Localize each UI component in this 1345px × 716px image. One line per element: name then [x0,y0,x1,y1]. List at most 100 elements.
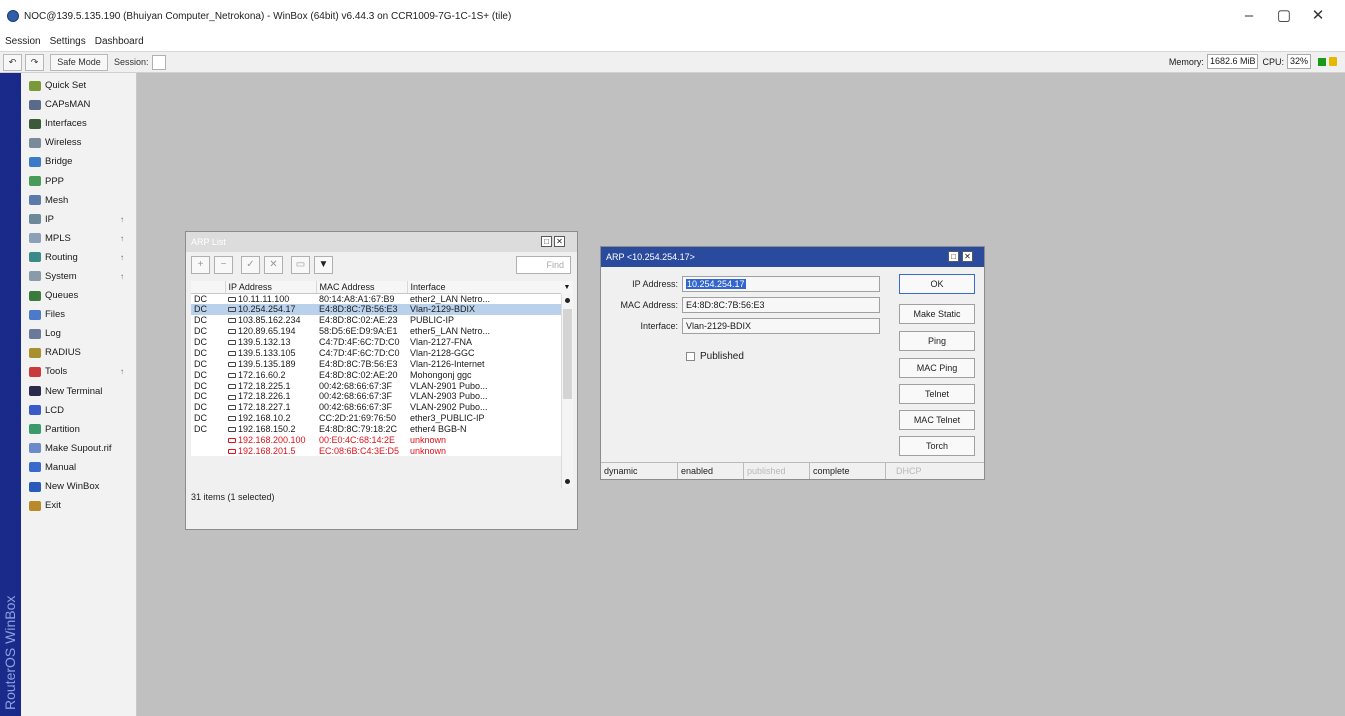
table-row[interactable]: DC 139.5.133.105 C4:7D:4F:6C:7D:C0 Vlan-212… [191,347,561,358]
sidebar-item-make-supout-rif[interactable]: Make Supout.rif [21,439,136,458]
menu-settings[interactable]: Settings [50,36,86,47]
sidebar-item-files[interactable]: Files [21,305,136,324]
table-row[interactable]: 192.168.201.5 EC:08:6B:C4:3E:D5 unknown [191,445,561,456]
ip-cell: 172.18.226.1 [225,391,316,402]
sidebar-item-partition[interactable]: Partition [21,420,136,439]
scrollbar-thumb[interactable] [563,309,572,399]
interface-cell: ether5_LAN Netro... [410,326,491,337]
table-row[interactable]: DC 103.85.162.234 E4:8D:8C:02:AE:23 PUBLIC-… [191,315,561,326]
sidebar-item-quick-set[interactable]: Quick Set [21,76,136,95]
sidebar-item-system[interactable]: System ↑ [21,267,136,286]
make-static-button[interactable]: Make Static [899,304,975,324]
column-menu-icon[interactable]: ▼ [561,281,573,294]
table-row[interactable]: DC 139.5.132.13 C4:7D:4F:6C:7D:C0 Vlan-2127… [191,337,561,348]
ip-icon [29,214,41,225]
col-mac-address[interactable]: MAC Address [316,281,408,294]
col-ip-address[interactable]: IP Address [225,281,317,294]
arp-list-scrollbar[interactable] [561,281,573,488]
mesh-icon [29,195,41,206]
filter-icon[interactable]: ▼ [314,256,333,274]
remove-icon[interactable]: − [214,256,233,274]
toolbar: ↶ ↷ Safe Mode Session: Memory: 1682.6 Mi… [0,51,1345,73]
ip-cell: 10.254.254.17 [225,303,316,315]
sidebar-item-exit[interactable]: Exit [21,496,136,515]
sidebar-item-ppp[interactable]: PPP [21,171,136,190]
table-row[interactable]: DC 10.11.11.100 80:14:A8:A1:67:B9 ether2_LA… [191,293,561,304]
table-row[interactable]: DC 10.254.254.17 E4:8D:8C:7B:56:E3 Vlan-212… [191,303,561,315]
scroll-up-icon[interactable] [565,298,570,303]
ip-cell: 192.168.150.2 [225,424,316,435]
sidebar-item-capsman[interactable]: CAPsMAN [21,95,136,114]
minimize-button[interactable]: – [1229,6,1269,26]
sidebar-item-log[interactable]: Log [21,324,136,343]
arp-list-close-button[interactable]: ✕ [554,236,565,247]
disable-icon[interactable]: ✕ [264,256,283,274]
table-row[interactable]: DC 192.168.150.2 E4:8D:8C:79:18:2C ether4 B… [191,424,561,435]
add-icon[interactable]: + [191,256,210,274]
sidebar-item-tools[interactable]: Tools ↑ [21,362,136,381]
find-input[interactable]: Find [516,256,571,274]
table-row[interactable]: DC 172.18.226.1 00:42:68:66:67:3F VLAN-2903… [191,391,561,402]
sidebar-item-wireless[interactable]: Wireless [21,133,136,152]
arp-list-titlebar[interactable]: ARP List [186,232,577,252]
menu-dashboard[interactable]: Dashboard [95,36,144,47]
arp-entry-icon [228,449,236,455]
arp-detail-close-button[interactable]: ✕ [962,251,973,262]
sidebar-item-queues[interactable]: Queues [21,286,136,305]
sidebar-item-interfaces[interactable]: Interfaces [21,114,136,133]
interface-field[interactable]: Vlan-2129-BDIX [682,318,880,334]
mac-address-field[interactable]: E4:8D:8C:7B:56:E3 [682,297,880,313]
sidebar-item-label: Queues [45,290,79,302]
table-row[interactable]: DC 139.5.135.189 E4:8D:8C:7B:56:E3 Vlan-212… [191,358,561,369]
mac-telnet-button[interactable]: MAC Telnet [899,410,975,430]
mac-ping-button[interactable]: MAC Ping [899,358,975,378]
arp-detail-maximize-button[interactable]: □ [948,251,959,262]
table-row[interactable]: 192.168.200.100 00:E0:4C:68:14:2E unknown [191,435,561,446]
col-interface[interactable]: Interface [407,281,562,294]
sidebar-item-routing[interactable]: Routing ↑ [21,248,136,267]
sidebar-item-mesh[interactable]: Mesh [21,191,136,210]
table-row[interactable]: DC 120.89.65.194 58:D5:6E:D9:9A:E1 ether5_L… [191,326,561,337]
ip-cell: 120.89.65.194 [225,326,316,337]
comment-icon[interactable]: ▭ [291,256,310,274]
sidebar-item-radius[interactable]: RADIUS [21,343,136,362]
sidebar-item-lcd[interactable]: LCD [21,401,136,420]
submenu-arrow-icon: ↑ [120,214,124,224]
col-flags[interactable] [191,281,226,294]
interface-cell: Vlan-2129-BDIX [407,303,561,315]
ok-button[interactable]: OK [899,274,975,294]
table-row[interactable]: DC 172.18.225.1 00:42:68:66:67:3F VLAN-2901… [191,380,561,391]
arp-entry-icon [228,296,236,302]
table-row[interactable]: DC 192.168.10.2 CC:2D:21:69:76:50 ether3_PU… [191,413,561,424]
arp-list-maximize-button[interactable]: □ [541,236,552,247]
interface-cell: ether4 BGB-N [410,424,467,435]
session-input[interactable] [151,54,166,70]
close-button[interactable]: ✕ [1298,6,1338,26]
safe-mode-button[interactable]: Safe Mode [50,53,108,71]
enable-icon[interactable]: ✓ [241,256,260,274]
ping-button[interactable]: Ping [899,331,975,351]
scroll-down-icon[interactable] [565,479,570,484]
sidebar-item-new-winbox[interactable]: New WinBox [21,477,136,496]
arp-detail-status-bar-2: DHCP [893,462,984,479]
redo-button[interactable]: ↷ [25,53,44,71]
partition-icon [29,424,41,435]
sidebar-item-mpls[interactable]: MPLS ↑ [21,229,136,248]
telnet-button[interactable]: Telnet [899,384,975,404]
sidebar-item-manual[interactable]: Manual [21,458,136,477]
sidebar-item-new-terminal[interactable]: New Terminal [21,382,136,401]
sidebar-item-ip[interactable]: IP ↑ [21,210,136,229]
arp-entry-icon [228,438,236,444]
sidebar-item-bridge[interactable]: Bridge [21,152,136,171]
arp-detail-titlebar[interactable]: ARP <10.254.254.17> [601,247,984,267]
table-row[interactable]: DC 172.18.227.1 00:42:68:66:67:3F VLAN-2902… [191,402,561,413]
published-checkbox[interactable] [686,352,695,361]
ip-address-field[interactable]: 10.254.254.17 [682,276,880,292]
torch-button[interactable]: Torch [899,436,975,456]
menu-session[interactable]: Session [5,36,41,47]
table-row[interactable]: DC 172.16.60.2 E4:8D:8C:02:AE:20 Mohongonj … [191,369,561,380]
undo-button[interactable]: ↶ [3,53,22,71]
routing-icon [29,252,41,263]
sidebar-item-label: Mesh [45,194,69,206]
brand-stripe: RouterOS WinBox [0,73,21,716]
